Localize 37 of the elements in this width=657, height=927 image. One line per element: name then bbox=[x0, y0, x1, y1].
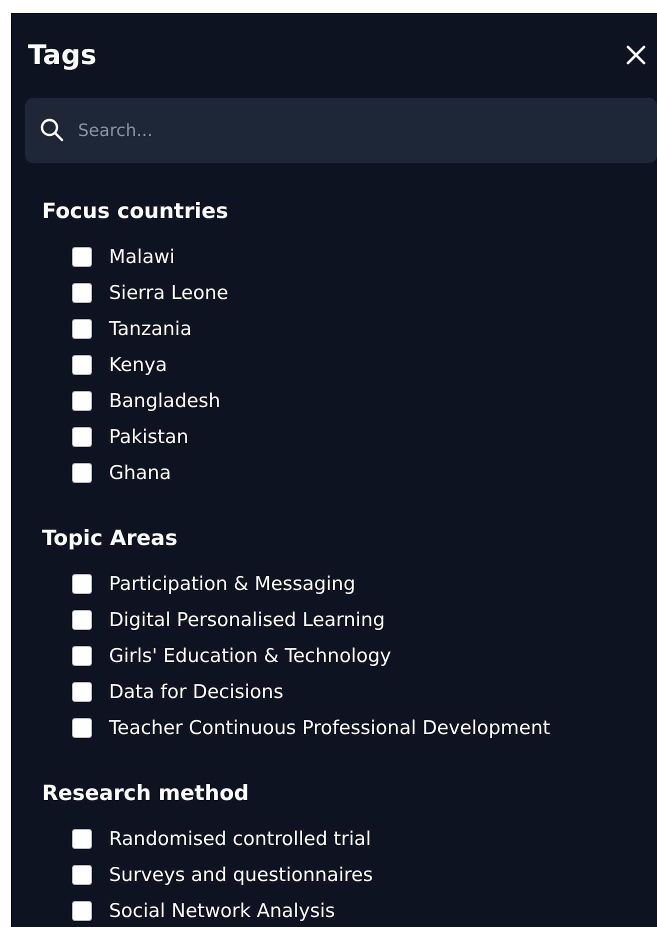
checkbox[interactable] bbox=[72, 829, 92, 849]
checkbox[interactable] bbox=[72, 427, 92, 447]
checkbox-label: Kenya bbox=[109, 354, 168, 376]
checkbox[interactable] bbox=[72, 682, 92, 702]
checkbox[interactable] bbox=[72, 283, 92, 303]
checkbox[interactable] bbox=[72, 355, 92, 375]
checkbox[interactable] bbox=[72, 319, 92, 339]
section-heading: Topic Areas bbox=[42, 525, 178, 552]
checkbox-label: Surveys and questionnaires bbox=[109, 864, 373, 886]
checkbox[interactable] bbox=[72, 865, 92, 885]
checkbox[interactable] bbox=[72, 646, 92, 666]
checkbox[interactable] bbox=[72, 391, 92, 411]
checkbox-label: Girls' Education & Technology bbox=[109, 645, 392, 667]
close-icon bbox=[625, 44, 647, 66]
checkbox-label: Ghana bbox=[109, 462, 172, 484]
close-button[interactable] bbox=[625, 44, 647, 66]
checkbox-label: Sierra Leone bbox=[109, 282, 228, 304]
checkbox-label: Social Network Analysis bbox=[109, 900, 336, 922]
checkbox-label: Malawi bbox=[109, 246, 175, 268]
checkbox-label: Teacher Continuous Professional Development bbox=[109, 717, 550, 739]
checkbox[interactable] bbox=[72, 718, 92, 738]
checkbox[interactable] bbox=[72, 901, 92, 921]
checkbox-label: Pakistan bbox=[109, 426, 189, 448]
checkbox[interactable] bbox=[72, 574, 92, 594]
checkbox-label: Data for Decisions bbox=[109, 681, 284, 703]
checkbox-label: Bangladesh bbox=[109, 390, 220, 412]
checkbox[interactable] bbox=[72, 610, 92, 630]
checkbox-label: Randomised controlled trial bbox=[109, 828, 372, 850]
checkbox-label: Digital Personalised Learning bbox=[109, 609, 385, 631]
checkbox-label: Tanzania bbox=[109, 318, 192, 340]
checkbox[interactable] bbox=[72, 463, 92, 483]
checkbox-label: Participation & Messaging bbox=[109, 573, 356, 595]
search-field[interactable]: Search... bbox=[25, 98, 657, 163]
checkbox[interactable] bbox=[72, 247, 92, 267]
section-heading: Focus countries bbox=[42, 198, 230, 225]
panel-title: Tags bbox=[28, 40, 97, 70]
section-heading: Research method bbox=[42, 780, 250, 807]
